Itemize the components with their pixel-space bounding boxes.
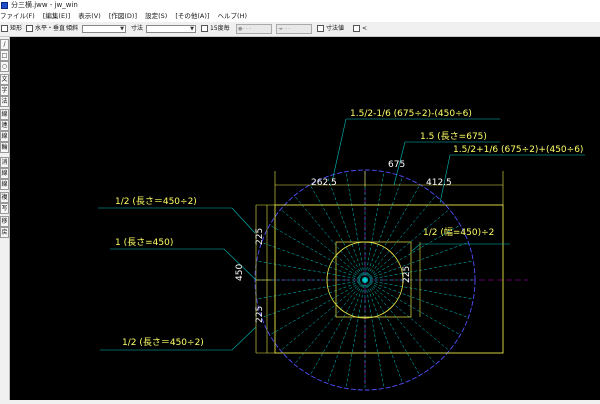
menu-edit[interactable]: [編集(E)] xyxy=(43,11,70,22)
point-button-2[interactable]: ◄‑ ‑ ‑ xyxy=(276,24,312,34)
label-formula-top: 1.5/2-1/6 (675÷2)-(450÷6) xyxy=(350,109,472,119)
lt-option[interactable]: < xyxy=(353,22,367,36)
label-dim450: 450 xyxy=(235,264,245,281)
radial-line xyxy=(256,260,366,281)
hv-option[interactable]: 水平・垂直 xyxy=(26,22,65,36)
chevron-down-icon: ▼ xyxy=(120,26,124,32)
tool-dim[interactable]: 法 xyxy=(0,96,9,107)
menu-help[interactable]: ヘルプ(H) xyxy=(218,11,247,22)
radial-line xyxy=(261,242,366,281)
radial-line xyxy=(364,279,385,389)
tool-line3[interactable]: 線 xyxy=(0,179,9,190)
label-dim675: 675 xyxy=(388,160,405,170)
label-dim412: 412.5 xyxy=(426,178,452,188)
inner-square xyxy=(335,241,412,318)
radial-line xyxy=(364,279,474,300)
label-half-top: 1/2 (長さ＝450÷2) xyxy=(115,196,197,207)
hv-checkbox[interactable] xyxy=(26,25,33,32)
drawing-canvas[interactable]: 1.5/2-1/6 (675÷2)-(450÷6) 1.5 (長さ=675) 1… xyxy=(10,37,600,400)
rect-checkbox[interactable] xyxy=(1,25,8,32)
radial-line xyxy=(364,242,469,281)
label-half-bottom: 1/2 (長さ＝450÷2) xyxy=(122,337,204,348)
dim-combo[interactable]: ▼ xyxy=(146,25,196,33)
radial-line xyxy=(364,279,403,384)
radial-line xyxy=(256,279,366,300)
radial-line xyxy=(309,279,366,376)
label-dim262: 262.5 xyxy=(311,178,337,188)
app-icon xyxy=(1,2,8,9)
tilt-combo[interactable]: ▼ xyxy=(82,25,126,33)
title-bar: 分三横.jww - jw_win xyxy=(0,0,600,11)
point-button-1[interactable]: ●‑ ‑ ‑ xyxy=(236,24,272,34)
radial-line xyxy=(364,279,421,376)
control-toolbar: 矩形 水平・垂直 傾斜 ▼ 寸法 ▼ 15度毎 ●‑ ‑ ‑ ◄‑ ‑ ‑ 寸法… xyxy=(0,22,600,37)
tool-duplicate[interactable]: 写 xyxy=(0,203,9,214)
tool-line[interactable]: / xyxy=(0,39,9,50)
radial-line xyxy=(309,184,366,281)
label-len450: 1 (長さ=450) xyxy=(115,237,173,248)
menu-draw[interactable]: [作図(D)] xyxy=(109,11,137,22)
deg15-option[interactable]: 15度毎 xyxy=(201,22,230,36)
tool-2line[interactable]: 線 xyxy=(0,109,9,120)
label-dim225-bottom: 225 xyxy=(255,306,265,323)
menu-view[interactable]: 表示(V) xyxy=(78,11,101,22)
window-title: 分三横.jww - jw_win xyxy=(11,1,78,9)
radial-line xyxy=(269,224,366,281)
radial-line xyxy=(364,176,403,281)
tool-erase[interactable]: 消 xyxy=(0,157,9,168)
tool-undo[interactable]: 戻 xyxy=(0,227,9,238)
left-tool-palette: / □ ○ 文 字 法 線 連 線 輪 消 線 線 複 写 移 戻 xyxy=(0,37,10,400)
radial-line xyxy=(364,184,421,281)
tilt-label: 傾斜 xyxy=(66,25,79,32)
tool-circle[interactable]: ○ xyxy=(0,61,9,72)
cad-drawing: 1.5/2-1/6 (675÷2)-(450÷6) 1.5 (長さ=675) 1… xyxy=(98,109,585,391)
chevron-down-icon: ▼ xyxy=(190,26,194,32)
tool-line2[interactable]: 線 xyxy=(0,168,9,179)
radial-line xyxy=(364,279,469,318)
radial-line xyxy=(364,171,385,281)
label-width-half: 1/2 (幅=450)÷2 xyxy=(423,226,494,238)
radial-line xyxy=(327,279,366,384)
radial-line xyxy=(261,279,366,318)
menu-bar: ファイル(F) [編集(E)] 表示(V) [作図(D)] 設定(S) [その他… xyxy=(0,11,600,22)
tool-centerline[interactable]: 線 xyxy=(0,131,9,142)
radial-line xyxy=(364,260,474,281)
tool-move[interactable]: 移 xyxy=(0,216,9,227)
menu-other[interactable]: [その他(A)] xyxy=(175,11,209,22)
label-len675: 1.5 (長さ=675) xyxy=(420,131,487,142)
tool-text[interactable]: 文 xyxy=(0,74,9,85)
dim-value-option[interactable]: 寸法値 xyxy=(317,22,344,36)
radial-line xyxy=(269,279,366,336)
tool-copy[interactable]: 複 xyxy=(0,192,9,203)
dim-label: 寸法 xyxy=(131,25,144,32)
tool-continuous[interactable]: 連 xyxy=(0,120,9,131)
radial-line xyxy=(345,279,366,389)
radial-line xyxy=(327,176,366,281)
tool-wheel[interactable]: 輪 xyxy=(0,142,9,153)
deg15-checkbox[interactable] xyxy=(201,25,208,32)
rect-option[interactable]: 矩形 xyxy=(1,22,22,36)
radial-line xyxy=(364,279,461,336)
label-dim225-top: 225 xyxy=(255,228,265,245)
label-dim225-inner: 225 xyxy=(402,266,412,283)
menu-file[interactable]: ファイル(F) xyxy=(0,11,35,22)
tool-rect[interactable]: □ xyxy=(0,50,9,61)
lt-checkbox[interactable] xyxy=(353,25,360,32)
dim-value-checkbox[interactable] xyxy=(317,25,324,32)
radial-line xyxy=(345,171,366,281)
tool-char[interactable]: 字 xyxy=(0,85,9,96)
label-formula-right: 1.5/2+1/6 (675÷2)+(450÷6) xyxy=(453,145,583,155)
radial-lines xyxy=(255,170,475,390)
menu-settings[interactable]: 設定(S) xyxy=(145,11,167,22)
